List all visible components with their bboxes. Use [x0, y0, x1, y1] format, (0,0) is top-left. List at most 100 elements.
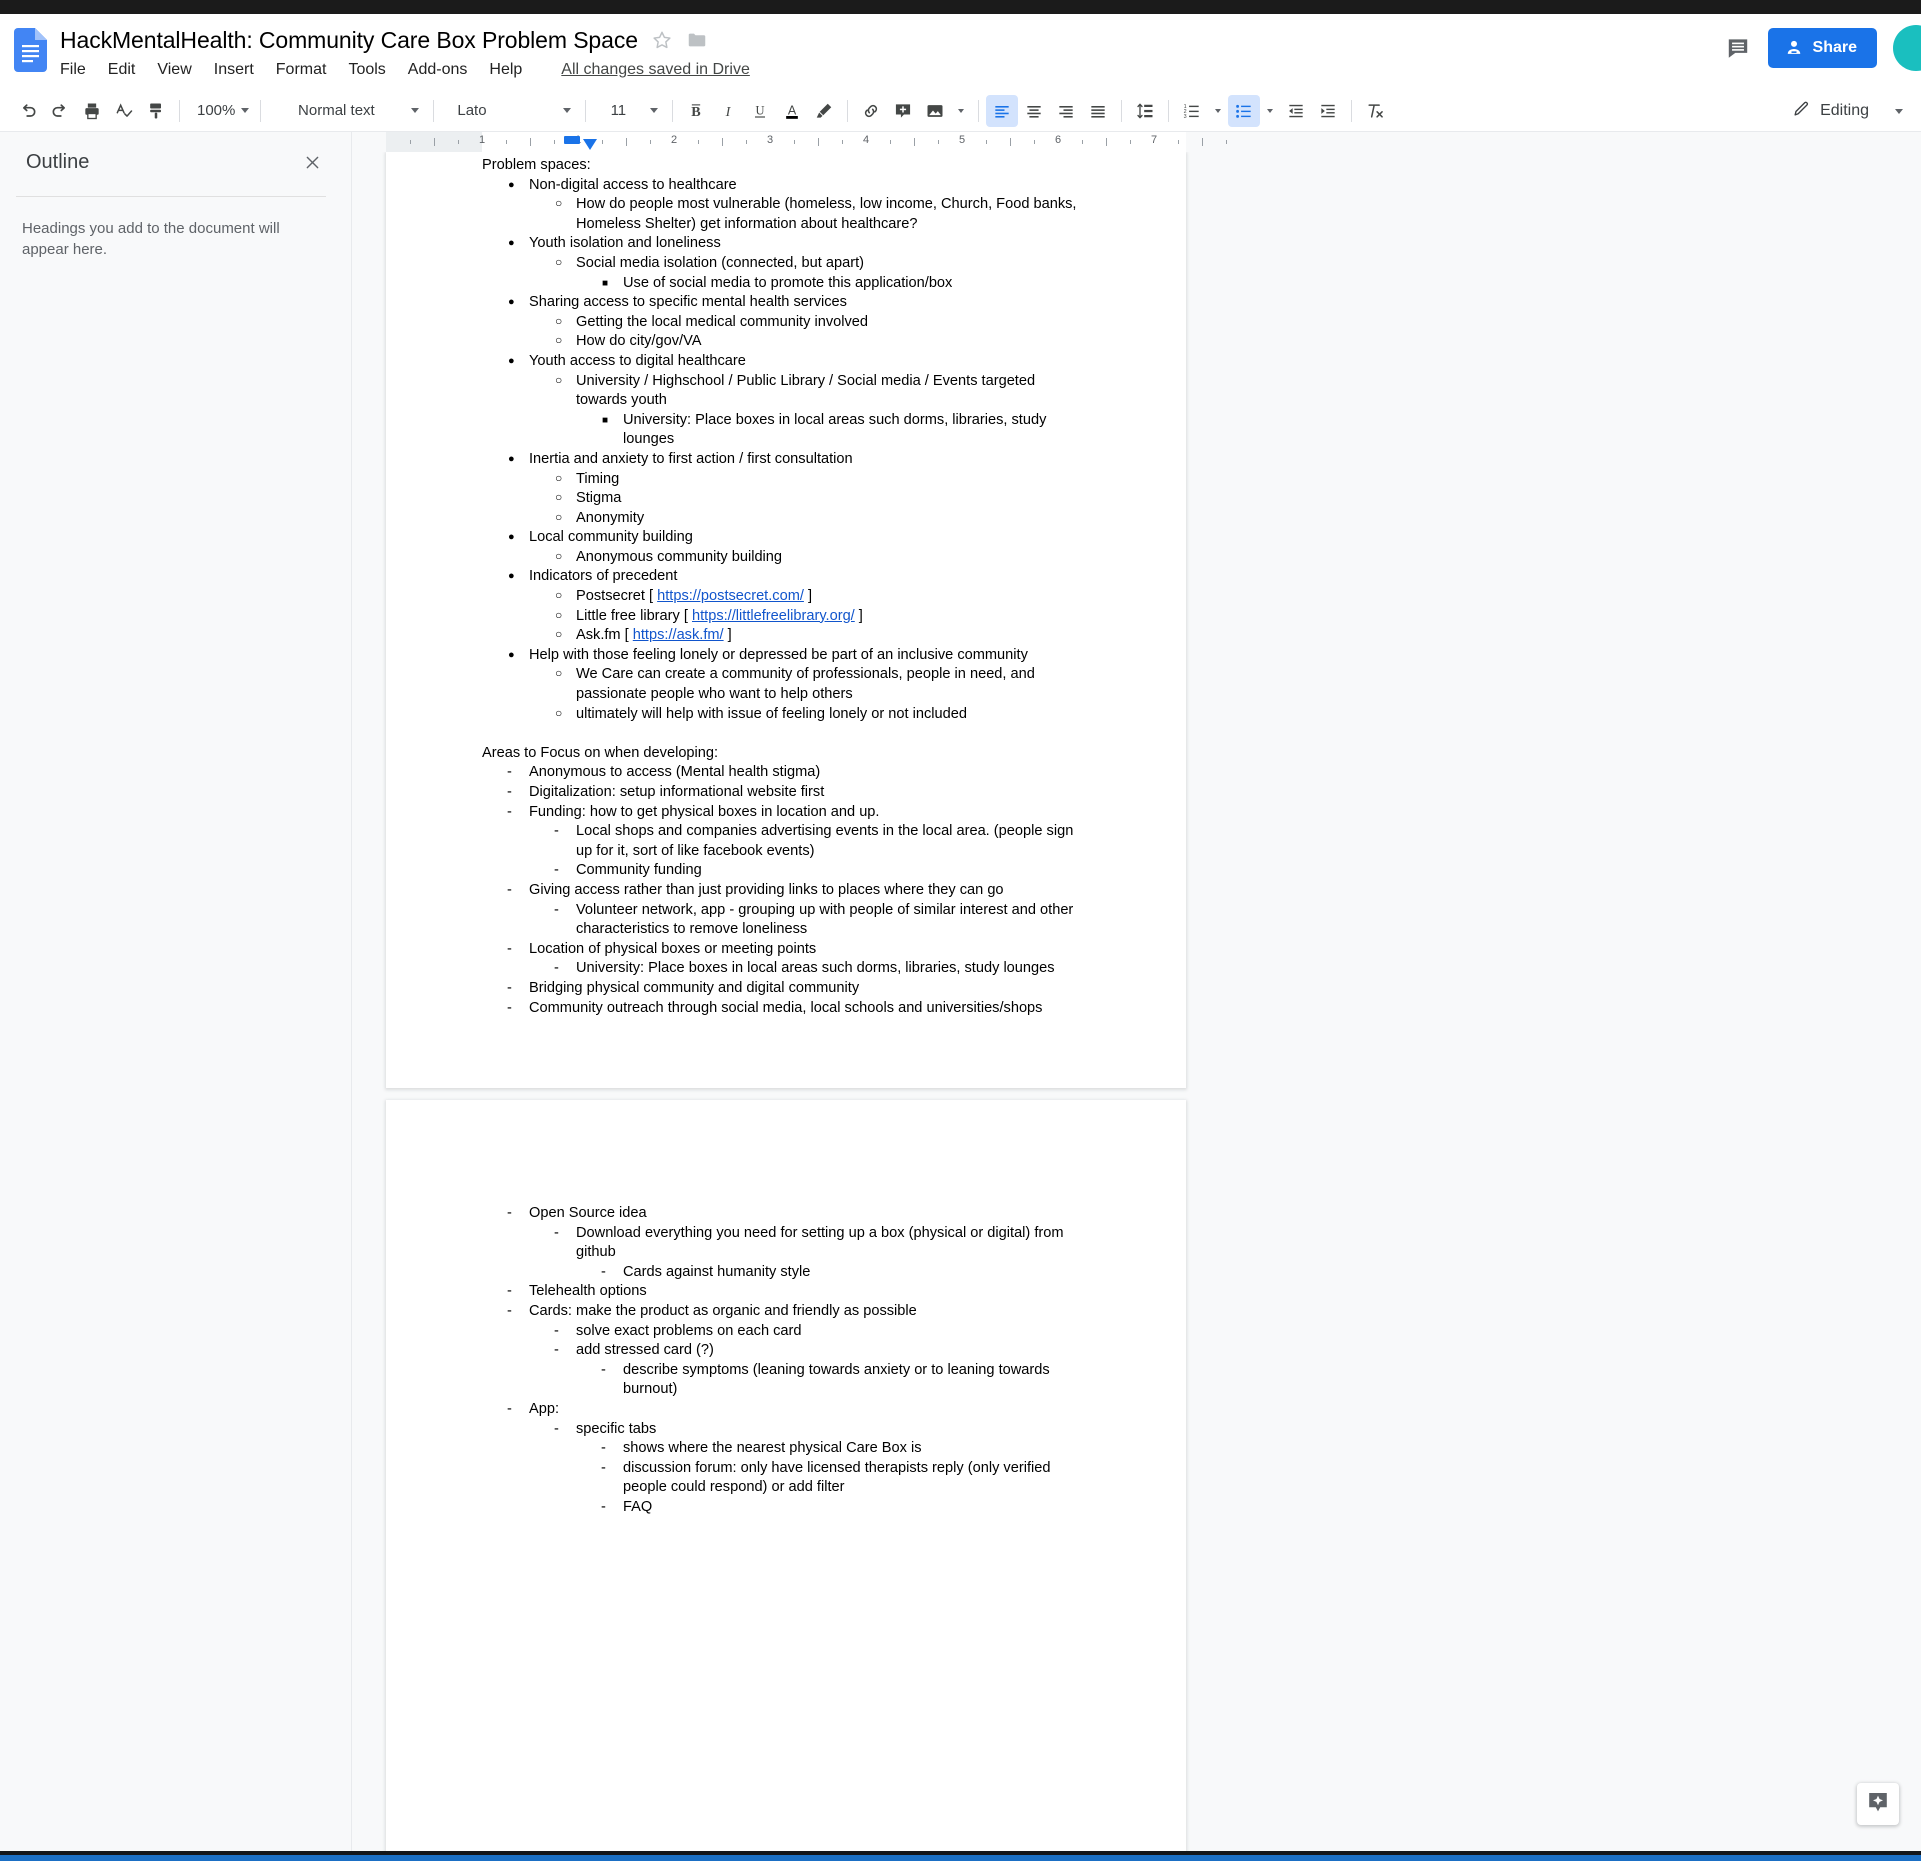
list-item-label: Local community building	[529, 529, 693, 546]
list-item: - add stressed card (?)	[482, 1341, 1090, 1361]
ruler-tick	[1010, 138, 1011, 146]
bold-icon[interactable]: B	[680, 95, 712, 127]
page-2-content[interactable]: - Open Source idea - Download everything yo…	[482, 1204, 1090, 1518]
spellcheck-icon[interactable]	[108, 95, 140, 127]
list-item-label: Anonymous community building	[576, 548, 783, 565]
italic-icon[interactable]: I	[712, 95, 744, 127]
paragraph-style-selector[interactable]: Normal text	[268, 96, 404, 126]
ruler-number: 4	[862, 134, 870, 146]
left-indent-marker[interactable]	[583, 139, 597, 150]
list-item: - shows where the nearest physical Care B…	[482, 1439, 1090, 1459]
list-item-label: Anonymity	[576, 509, 645, 526]
list-bullet-icon: ○	[555, 470, 563, 485]
comment-history-icon[interactable]	[1724, 34, 1752, 62]
insert-image-icon[interactable]	[919, 95, 951, 127]
list-bullet-icon: ●	[508, 296, 515, 309]
menu-item-tools[interactable]: Tools	[337, 57, 396, 83]
highlight-color-icon[interactable]	[808, 95, 840, 127]
align-center-icon[interactable]	[1018, 95, 1050, 127]
menu-item-insert[interactable]: Insert	[203, 57, 265, 83]
ruler-tick	[722, 138, 723, 146]
underline-icon[interactable]: U	[744, 95, 776, 127]
toolbar-divider	[585, 99, 587, 122]
bulleted-list-icon[interactable]	[1228, 94, 1261, 127]
font-chevron-down-icon[interactable]	[556, 95, 578, 127]
menu-item-help[interactable]: Help	[478, 57, 533, 83]
insert-image-chevron-down-icon[interactable]	[951, 95, 971, 127]
list-bullet-icon: ○	[555, 588, 563, 603]
list-item-label: Cards against humanity style	[623, 1263, 811, 1280]
align-right-icon[interactable]	[1050, 95, 1082, 127]
ruler[interactable]: 11234567	[352, 132, 1921, 152]
os-top-bar	[0, 0, 1921, 14]
bulleted-list-chevron-down-icon[interactable]	[1260, 95, 1280, 127]
paragraph-style-chevron-down-icon[interactable]	[404, 95, 426, 127]
header-actions: Share	[1724, 22, 1921, 74]
document-hyperlink[interactable]: https://littlefreelibrary.org/	[692, 608, 855, 624]
page-1-content[interactable]: Problem spaces: ● Non-digital access to he…	[482, 156, 1090, 1018]
print-icon[interactable]	[76, 95, 108, 127]
font-size-input[interactable]: 11	[593, 96, 643, 126]
text-color-icon[interactable]: A	[776, 95, 808, 127]
insert-link-icon[interactable]	[855, 95, 887, 127]
star-outline-icon[interactable]	[651, 29, 673, 51]
document-hyperlink[interactable]: https://ask.fm/	[633, 627, 724, 643]
list-item-label: Little free library [	[576, 607, 692, 624]
list-item-label: App:	[529, 1400, 560, 1417]
font-size-chevron-down-icon[interactable]	[643, 95, 665, 127]
ruler-tick	[434, 138, 435, 146]
ruler-tick	[1130, 140, 1131, 144]
divider	[16, 196, 326, 197]
ruler-tick	[650, 140, 651, 144]
font-selector[interactable]: Lato	[441, 96, 556, 126]
list-bullet-icon: ○	[555, 509, 563, 524]
increase-indent-icon[interactable]	[1312, 95, 1344, 127]
google-docs-icon[interactable]	[14, 28, 47, 72]
share-button[interactable]: Share	[1767, 28, 1877, 68]
save-status[interactable]: All changes saved in Drive	[561, 61, 750, 79]
ruler-tick	[890, 140, 891, 144]
ruler-tick	[1202, 138, 1203, 146]
undo-icon[interactable]	[12, 95, 44, 127]
close-icon[interactable]	[298, 148, 326, 176]
paint-format-icon[interactable]	[140, 95, 172, 127]
explore-button[interactable]	[1857, 1783, 1899, 1825]
move-to-folder-icon[interactable]	[686, 29, 708, 51]
more-options-icon[interactable]	[1883, 95, 1915, 127]
menu-item-addons[interactable]: Add-ons	[397, 57, 479, 83]
line-spacing-icon[interactable]	[1129, 95, 1161, 127]
editing-mode-button[interactable]: Editing	[1784, 94, 1877, 128]
list-item-label: solve exact problems on each card	[576, 1322, 802, 1339]
list-item-label: How do people most vulnerable (homeless,…	[576, 196, 1077, 232]
menu-item-view[interactable]: View	[146, 57, 202, 83]
zoom-selector[interactable]: 100%	[187, 96, 253, 126]
document-hyperlink[interactable]: https://postsecret.com/	[657, 588, 804, 604]
list-bullet-icon: ○	[555, 705, 563, 720]
first-line-indent-marker[interactable]	[564, 136, 580, 144]
list-bullet-icon: -	[601, 1263, 606, 1280]
list-item-label: University / Highschool / Public Library…	[576, 372, 1036, 409]
list-item: ○ ultimately will help with issue of feel…	[482, 705, 1090, 725]
list-item-label: Giving access rather than just providing…	[529, 881, 1004, 898]
list-item: - Open Source idea	[482, 1204, 1090, 1224]
avatar[interactable]	[1893, 25, 1921, 71]
numbered-list-icon[interactable]: 1 2 3	[1176, 95, 1208, 127]
decrease-indent-icon[interactable]	[1280, 95, 1312, 127]
page-title[interactable]: HackMentalHealth: Community Care Box Pro…	[60, 26, 638, 54]
list-bullet-icon: -	[554, 1342, 559, 1359]
list-item-label: Help with those feeling lonely or depres…	[529, 646, 1028, 663]
docs-header: HackMentalHealth: Community Care Box Pro…	[0, 14, 1921, 90]
redo-icon[interactable]	[44, 95, 76, 127]
add-comment-icon[interactable]	[887, 95, 919, 127]
list-item: ● Inertia and anxiety to first action / f…	[482, 450, 1090, 470]
toolbar-right-group: Editing	[1784, 90, 1915, 132]
clear-formatting-icon[interactable]	[1359, 95, 1391, 127]
menu-item-format[interactable]: Format	[265, 57, 338, 83]
numbered-list-chevron-down-icon[interactable]	[1208, 95, 1228, 127]
menu-item-file[interactable]: File	[60, 57, 97, 83]
align-left-icon[interactable]	[986, 94, 1019, 127]
align-justify-icon[interactable]	[1082, 95, 1114, 127]
ruler-tick	[626, 138, 627, 146]
menu-item-edit[interactable]: Edit	[97, 57, 147, 83]
ruler-tick	[794, 140, 795, 144]
